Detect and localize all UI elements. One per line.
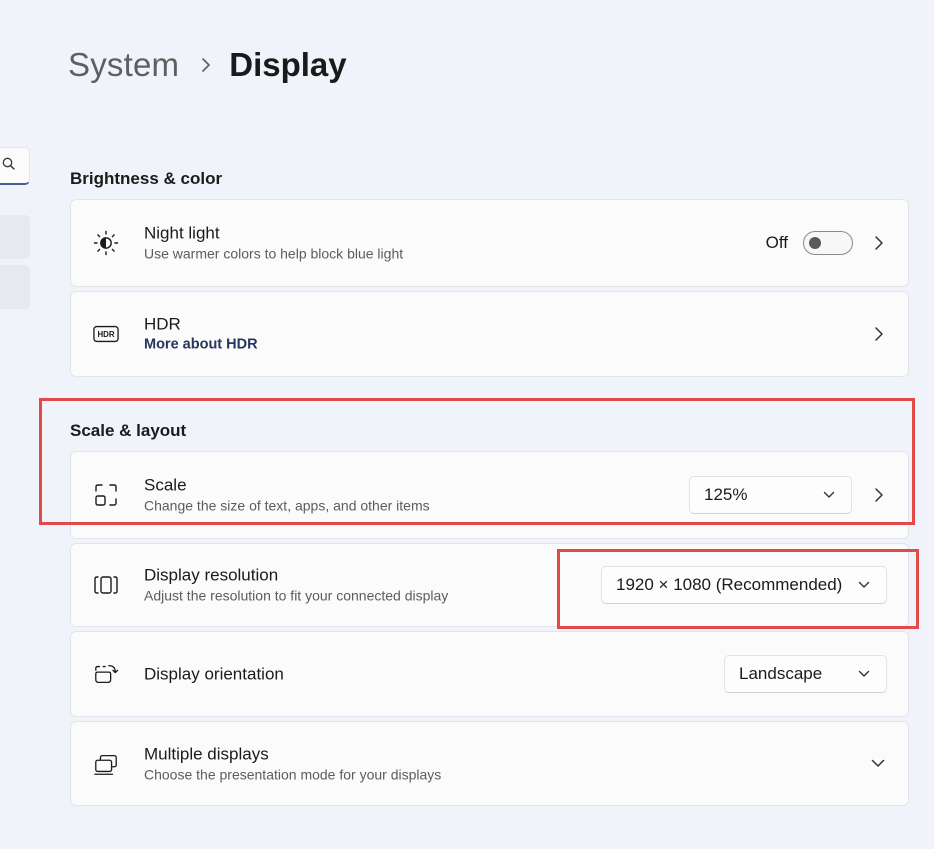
chevron-down-icon [858, 581, 870, 589]
sidebar-item[interactable] [0, 265, 30, 309]
display-orientation-title: Display orientation [144, 664, 284, 684]
display-resolution-card[interactable]: Display resolution Adjust the resolution… [70, 543, 909, 627]
breadcrumb: System Display [68, 40, 347, 90]
sidebar-item[interactable] [0, 215, 30, 259]
resolution-icon [93, 572, 119, 598]
chevron-right-icon[interactable] [872, 487, 886, 503]
scale-subtitle: Change the size of text, apps, and other… [144, 497, 430, 514]
scale-card[interactable]: Scale Change the size of text, apps, and… [70, 451, 909, 539]
orientation-icon [93, 661, 119, 687]
night-light-toggle[interactable] [803, 231, 853, 255]
svg-text:HDR: HDR [97, 330, 114, 339]
page-title: Display [229, 46, 347, 83]
more-about-hdr-link[interactable]: More about HDR [144, 335, 258, 355]
multiple-displays-subtitle: Choose the presentation mode for your di… [144, 766, 442, 782]
scale-icon [93, 482, 119, 508]
hdr-title: HDR [144, 314, 181, 334]
chevron-right-icon [201, 57, 211, 73]
orientation-value: Landscape [739, 664, 823, 683]
display-orientation-card[interactable]: Display orientation Landscape [70, 631, 909, 717]
chevron-right-icon[interactable] [872, 326, 886, 342]
orientation-dropdown[interactable]: Landscape [724, 655, 887, 693]
multiple-displays-card[interactable]: Multiple displays Choose the presentatio… [70, 721, 909, 806]
section-header-scale-layout: Scale & layout [70, 421, 187, 440]
night-light-card[interactable]: Night light Use warmer colors to help bl… [70, 199, 909, 287]
chevron-down-icon [823, 491, 835, 499]
brightness-icon [93, 230, 119, 256]
chevron-right-icon[interactable] [872, 235, 886, 251]
night-light-subtitle: Use warmer colors to help block blue lig… [144, 245, 404, 262]
multiple-displays-icon [93, 751, 119, 777]
search-icon [2, 157, 15, 175]
night-light-title: Night light [144, 223, 220, 243]
chevron-down-icon[interactable] [870, 756, 886, 772]
section-header-brightness: Brightness & color [70, 169, 223, 188]
scale-title: Scale [144, 475, 187, 495]
hdr-card[interactable]: HDR HDR More about HDR [70, 291, 909, 377]
display-resolution-title: Display resolution [144, 565, 279, 585]
hdr-icon: HDR [93, 321, 119, 347]
scale-value: 125% [704, 485, 748, 504]
display-resolution-subtitle: Adjust the resolution to fit your connec… [144, 587, 449, 604]
resolution-value: 1920 × 1080 (Recommended) [616, 575, 843, 594]
night-light-state-label: Off [765, 233, 788, 252]
toggle-knob [809, 237, 821, 249]
resolution-dropdown[interactable]: 1920 × 1080 (Recommended) [601, 566, 887, 604]
scale-dropdown[interactable]: 125% [689, 476, 852, 514]
breadcrumb-system-link[interactable]: System [68, 46, 179, 84]
search-input[interactable] [0, 147, 30, 185]
chevron-down-icon [858, 670, 870, 678]
multiple-displays-title: Multiple displays [144, 744, 269, 763]
